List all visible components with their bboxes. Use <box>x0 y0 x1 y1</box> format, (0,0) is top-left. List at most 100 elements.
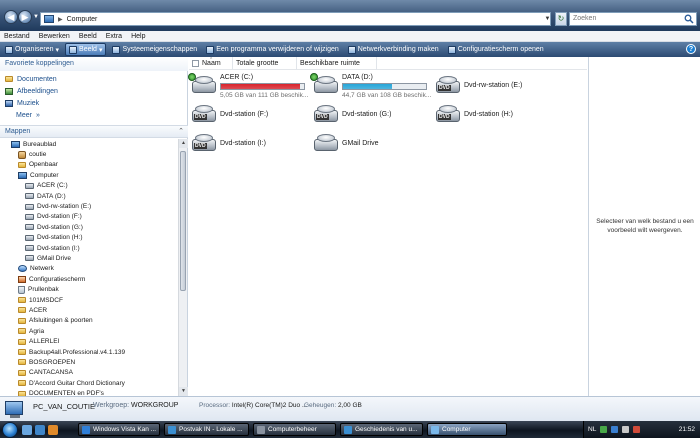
language-indicator[interactable]: NL <box>588 426 596 433</box>
menu-bewerken[interactable]: Bewerken <box>39 31 70 41</box>
folder-icon <box>18 161 26 168</box>
tree-item[interactable]: DOCUMENTEN en PDF's <box>0 388 177 396</box>
organize-button[interactable]: Organiseren ▾ <box>2 43 62 56</box>
hard-drive-icon <box>310 73 338 95</box>
views-button[interactable]: Beeld ▾ <box>65 43 107 56</box>
system-properties-button[interactable]: Systeemeigenschappen <box>109 43 200 56</box>
tree-item[interactable]: Afsluitingen & poorten <box>0 316 177 326</box>
help-icon[interactable]: ? <box>686 44 696 54</box>
browser-icon[interactable] <box>48 424 58 435</box>
address-dropdown-button[interactable]: ▼ <box>543 12 552 26</box>
favorite-pictures[interactable]: Afbeeldingen <box>0 85 188 97</box>
network-icon[interactable] <box>611 426 619 433</box>
search-input[interactable]: Zoeken <box>569 12 697 26</box>
show-desktop-icon[interactable] <box>22 424 32 435</box>
tree-item-label: Agria <box>29 327 45 335</box>
column-header-free-space[interactable]: Beschikbare ruimte <box>297 57 377 70</box>
scrollbar-thumb[interactable] <box>180 151 186 291</box>
search-icon[interactable] <box>684 14 694 24</box>
select-all-checkbox[interactable] <box>192 60 199 67</box>
tree-item[interactable]: Bureaublad <box>0 139 177 149</box>
chevron-down-icon: ▾ <box>98 46 103 54</box>
tree-item[interactable]: Backup4all.Professional.v4.1.139 <box>0 347 177 357</box>
drive-item[interactable]: ACER (C:) 5,05 GB van 111 GB beschik... <box>188 73 308 100</box>
clock[interactable]: 21:52 <box>679 426 695 433</box>
uninstall-program-button[interactable]: Een programma verwijderen of wijzigen <box>203 43 342 56</box>
recent-pages-dropdown[interactable]: ▼ <box>33 14 39 20</box>
drive-item[interactable]: DVD Dvd-station (H:) <box>436 102 513 124</box>
scroll-down-icon[interactable]: ▼ <box>179 387 188 396</box>
taskbar-button[interactable]: Computerbeheer <box>253 423 336 436</box>
tree-item[interactable]: Prullenbak <box>0 284 177 294</box>
tree-item[interactable]: ALLERLEI <box>0 336 177 346</box>
tree-item[interactable]: Dvd-station (I:) <box>0 243 177 253</box>
favorite-documents[interactable]: Documenten <box>0 73 188 85</box>
drive-name: Dvd-station (I:) <box>220 140 266 147</box>
drive-item[interactable]: DVD Dvd-station (I:) <box>192 131 266 153</box>
address-input[interactable]: ▶ Computer <box>40 12 551 26</box>
favorite-music[interactable]: Muziek <box>0 97 188 109</box>
taskbar-button[interactable]: Geschiedenis van u... <box>340 423 423 436</box>
open-control-panel-button[interactable]: Configuratiescherm openen <box>445 43 547 56</box>
switch-windows-icon[interactable] <box>35 424 45 435</box>
tree-item[interactable]: Netwerk <box>0 264 177 274</box>
drive-name: Dvd-station (H:) <box>464 111 514 118</box>
folder-tree-scrollbar[interactable]: ▲ ▼ <box>178 139 188 396</box>
memory-label: Geheugen: <box>304 402 337 409</box>
menu-extra[interactable]: Extra <box>106 31 122 41</box>
drive-item[interactable]: GMail Drive <box>314 131 379 153</box>
tree-item[interactable]: Dvd-station (G:) <box>0 222 177 232</box>
preview-message: Selecteer van welk bestand u een voorbee… <box>596 218 694 234</box>
tree-item[interactable]: Configuratiescherm <box>0 274 177 284</box>
tree-item[interactable]: Dvd-station (H:) <box>0 233 177 243</box>
volume-icon[interactable] <box>622 426 630 433</box>
uninstall-program-label: Een programma verwijderen of wijzigen <box>216 46 339 53</box>
tree-item[interactable]: 101MSDCF <box>0 295 177 305</box>
tree-item[interactable]: ACER (C:) <box>0 181 177 191</box>
folders-header[interactable]: Mappen ⌃ <box>0 125 188 138</box>
tree-item[interactable]: coutie <box>0 149 177 159</box>
menu-bar: Bestand Bewerken Beeld Extra Help <box>0 31 700 42</box>
sort-arrow-icon: ⌃ <box>209 57 214 63</box>
tree-item[interactable]: Dvd-station (F:) <box>0 212 177 222</box>
breadcrumb-computer[interactable]: Computer <box>67 16 98 23</box>
menu-beeld[interactable]: Beeld <box>79 31 97 41</box>
tree-item[interactable]: DATA (D:) <box>0 191 177 201</box>
drive-item[interactable]: DVD Dvd-station (F:) <box>192 102 268 124</box>
menu-bestand[interactable]: Bestand <box>4 31 30 41</box>
tree-item-label: ACER (C:) <box>37 182 68 190</box>
drive-item[interactable]: DVD Dvd-rw-station (E:) <box>436 73 522 95</box>
tree-item[interactable]: BOSGROEPEN <box>0 357 177 367</box>
refresh-button[interactable]: ↻ <box>555 12 567 26</box>
tree-item[interactable]: Openbaar <box>0 160 177 170</box>
tree-item[interactable]: ACER <box>0 305 177 315</box>
more-favorites-link[interactable]: Meer » <box>0 109 188 121</box>
disk-icon <box>25 255 34 262</box>
drive-item[interactable]: DVD Dvd-station (G:) <box>314 102 391 124</box>
tree-item[interactable]: GMail Drive <box>0 253 177 263</box>
disk-icon <box>25 203 34 210</box>
back-button[interactable]: ◀ <box>4 10 18 24</box>
map-network-drive-button[interactable]: Netwerkverbinding maken <box>345 43 442 56</box>
security-icon[interactable] <box>633 426 641 433</box>
column-header-total-size[interactable]: Totale grootte <box>233 57 297 70</box>
views-icon <box>69 45 78 54</box>
tree-item[interactable]: Dvd-rw-station (E:) <box>0 201 177 211</box>
menu-help[interactable]: Help <box>131 31 145 41</box>
details-pane: PC_VAN_COUTIE Werkgroep: WORKGROUP Proce… <box>0 396 700 421</box>
drive-item[interactable]: DATA (D:) 44,7 GB van 108 GB beschik... <box>310 73 431 100</box>
tree-item[interactable]: D'Accord Guitar Chord Dictionary <box>0 378 177 388</box>
forward-button[interactable]: ▶ <box>18 10 32 24</box>
tree-item[interactable]: Computer <box>0 170 177 180</box>
tree-item[interactable]: Agria <box>0 326 177 336</box>
tray-app-icon[interactable] <box>600 426 608 433</box>
start-button[interactable] <box>2 421 18 438</box>
taskbar-button-label: Postvak IN - Lokale ... <box>179 426 243 433</box>
taskbar-button[interactable]: Computer <box>427 423 507 436</box>
scroll-up-icon[interactable]: ▲ <box>179 139 188 148</box>
column-header-name[interactable]: ⌃ Naam <box>189 57 233 70</box>
tree-item[interactable]: CANTACANSA <box>0 368 177 378</box>
taskbar-button[interactable]: Postvak IN - Lokale ... <box>164 423 249 436</box>
taskbar-button[interactable]: Windows Vista Kan ... <box>78 423 160 436</box>
workgroup-value: WORKGROUP <box>131 402 179 409</box>
